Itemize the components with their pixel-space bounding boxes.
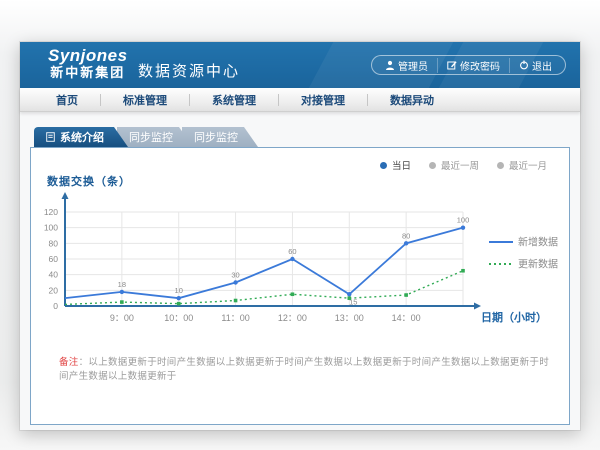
brand-logo-cn: 新中新集团 — [48, 66, 128, 80]
user-toolbar: 管理员 修改密码 退出 — [371, 55, 566, 75]
logout-button[interactable]: 退出 — [509, 58, 561, 73]
x-tick-label: 9：00 — [110, 313, 134, 323]
app-window: Synjones 新中新集团 数据资源中心 管理员 修改密码 退出 — [20, 42, 580, 430]
footnote-prefix: 备注 — [59, 357, 79, 368]
change-password-label: 修改密码 — [460, 58, 500, 73]
data-point — [234, 299, 238, 303]
logout-label: 退出 — [532, 58, 552, 73]
current-user[interactable]: 管理员 — [376, 58, 437, 73]
radio-option-1[interactable]: 最近一周 — [429, 158, 479, 172]
y-axis-arrow-icon — [62, 192, 69, 199]
radio-option-0[interactable]: 当日 — [380, 158, 411, 172]
data-point-label: 80 — [402, 231, 410, 240]
nav-item-0[interactable]: 首页 — [34, 92, 100, 108]
current-user-label: 管理员 — [398, 58, 428, 73]
data-point — [291, 292, 295, 296]
time-range-radio-group: 当日 最近一周 最近一月 — [380, 158, 547, 172]
document-icon — [46, 132, 55, 142]
x-tick-label: 12：00 — [278, 313, 307, 323]
radio-label: 当日 — [392, 158, 411, 172]
data-point — [120, 290, 124, 294]
data-point — [177, 302, 181, 306]
chart-y-axis-title: 数据交换（条） — [47, 173, 131, 189]
content-panel: 当日 最近一周 最近一月 数据交换（条） 0 20 40 60 80 100 120 9：00 10… — [30, 147, 570, 425]
tab-label: 同步监控 — [194, 129, 238, 145]
tab-1[interactable]: 同步监控 — [117, 127, 193, 147]
data-point — [404, 293, 408, 297]
footnote-text: ：以上数据更新于时间产生数据以上数据更新于时间产生数据以上数据更新于时间产生数据… — [59, 357, 549, 382]
tab-0[interactable]: 系统介绍 — [34, 127, 128, 147]
radio-unselected-icon — [429, 162, 436, 169]
radio-label: 最近一周 — [441, 158, 479, 172]
tab-label: 同步监控 — [129, 129, 173, 145]
brand-logo: Synjones 新中新集团 — [48, 47, 128, 80]
footnote: 备注：以上数据更新于时间产生数据以上数据更新于时间产生数据以上数据更新于时间产生… — [59, 354, 555, 382]
data-point-label: 60 — [288, 247, 296, 256]
x-tick-label: 13：00 — [335, 313, 364, 323]
app-header: Synjones 新中新集团 数据资源中心 管理员 修改密码 退出 — [20, 42, 580, 88]
data-point-label: 100 — [457, 216, 470, 225]
edit-icon — [447, 60, 457, 70]
data-point — [120, 300, 124, 304]
nav-menu: 首页标准管理系统管理对接管理数据异动 — [20, 88, 580, 112]
radio-unselected-icon — [497, 162, 504, 169]
data-point-label: 18 — [118, 280, 126, 289]
user-icon — [385, 60, 395, 70]
data-point — [404, 241, 408, 245]
x-axis-arrow-icon — [474, 303, 481, 310]
data-point — [233, 280, 237, 284]
tabs: 系统介绍 同步监控 同步监控 — [34, 127, 258, 147]
tab-label: 系统介绍 — [60, 129, 104, 145]
x-tick-label: 10：00 — [164, 313, 193, 323]
data-point-label: 30 — [231, 271, 239, 280]
chart: 0 20 40 60 80 100 120 9：00 10：00 11：00 12：00 13：00 1… — [31, 190, 569, 365]
data-point — [461, 269, 465, 273]
nav-item-4[interactable]: 数据异动 — [368, 92, 456, 108]
data-point-label: 10 — [175, 286, 183, 295]
radio-option-2[interactable]: 最近一月 — [497, 158, 547, 172]
power-icon — [519, 60, 529, 70]
y-tick-label: 60 — [49, 254, 59, 264]
nav-item-1[interactable]: 标准管理 — [101, 92, 189, 108]
y-tick-label: 40 — [49, 270, 59, 280]
y-tick-label: 0 — [53, 301, 58, 311]
radio-label: 最近一月 — [509, 158, 547, 172]
brand-logo-en: Synjones — [48, 47, 128, 66]
x-tick-label: 11：00 — [221, 313, 249, 323]
data-point — [177, 296, 181, 300]
tab-2[interactable]: 同步监控 — [182, 127, 258, 147]
change-password-button[interactable]: 修改密码 — [437, 58, 509, 73]
data-point — [347, 292, 351, 296]
y-tick-label: 100 — [44, 223, 58, 233]
legend-label: 更新数据 — [518, 258, 558, 271]
line-chart: 0 20 40 60 80 100 120 9：00 10：00 11：00 12：00 13：00 1… — [31, 190, 569, 360]
data-point — [290, 257, 294, 261]
x-tick-label: 14：00 — [392, 313, 421, 323]
y-tick-label: 20 — [49, 285, 59, 295]
radio-selected-icon — [380, 162, 387, 169]
page-title: 数据资源中心 — [138, 60, 240, 81]
y-tick-label: 120 — [44, 207, 58, 217]
nav-item-3[interactable]: 对接管理 — [279, 92, 367, 108]
y-tick-label: 80 — [49, 238, 59, 248]
nav-item-2[interactable]: 系统管理 — [190, 92, 278, 108]
legend-label: 新增数据 — [518, 236, 558, 249]
data-point — [347, 296, 351, 300]
chart-x-axis-title: 日期（小时） — [481, 310, 547, 324]
data-point — [461, 225, 465, 229]
